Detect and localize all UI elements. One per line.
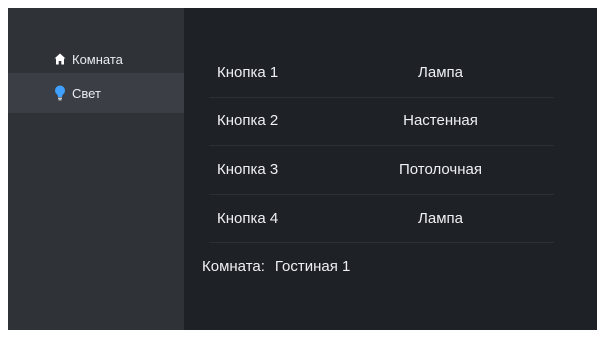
row-divider xyxy=(209,242,554,243)
button-name: Кнопка 4 xyxy=(217,210,279,227)
main-content: Кнопка 1 Лампа Кнопка 2 Настенная Кнопка… xyxy=(184,8,597,330)
button-name: Кнопка 3 xyxy=(217,161,279,178)
row-divider xyxy=(209,145,554,146)
row-divider xyxy=(209,194,554,195)
button-row[interactable]: Кнопка 4 Лампа xyxy=(209,196,554,241)
device-name: Настенная xyxy=(403,112,478,129)
lightbulb-icon xyxy=(53,85,67,101)
home-icon xyxy=(53,52,67,66)
sidebar-item-label: Свет xyxy=(72,85,101,101)
sidebar: Комната Свет xyxy=(8,8,184,330)
button-row[interactable]: Кнопка 2 Настенная xyxy=(209,98,554,143)
room-info: Комната: Гостиная 1 xyxy=(202,258,350,275)
sidebar-item-label: Комната xyxy=(72,51,123,67)
device-name: Лампа xyxy=(418,210,463,227)
device-name: Лампа xyxy=(418,64,463,81)
light-settings-screen: Комната Свет Кнопка 1 Лампа Кнопка 2 Нас… xyxy=(8,8,597,330)
button-row[interactable]: Кнопка 3 Потолочная xyxy=(209,147,554,192)
button-row[interactable]: Кнопка 1 Лампа xyxy=(209,50,554,95)
button-name: Кнопка 2 xyxy=(217,112,279,129)
room-label: Комната: xyxy=(202,258,265,275)
sidebar-item-light[interactable]: Свет xyxy=(8,73,184,113)
button-name: Кнопка 1 xyxy=(217,64,279,81)
room-value: Гостиная 1 xyxy=(274,258,351,275)
device-name: Потолочная xyxy=(398,161,482,178)
